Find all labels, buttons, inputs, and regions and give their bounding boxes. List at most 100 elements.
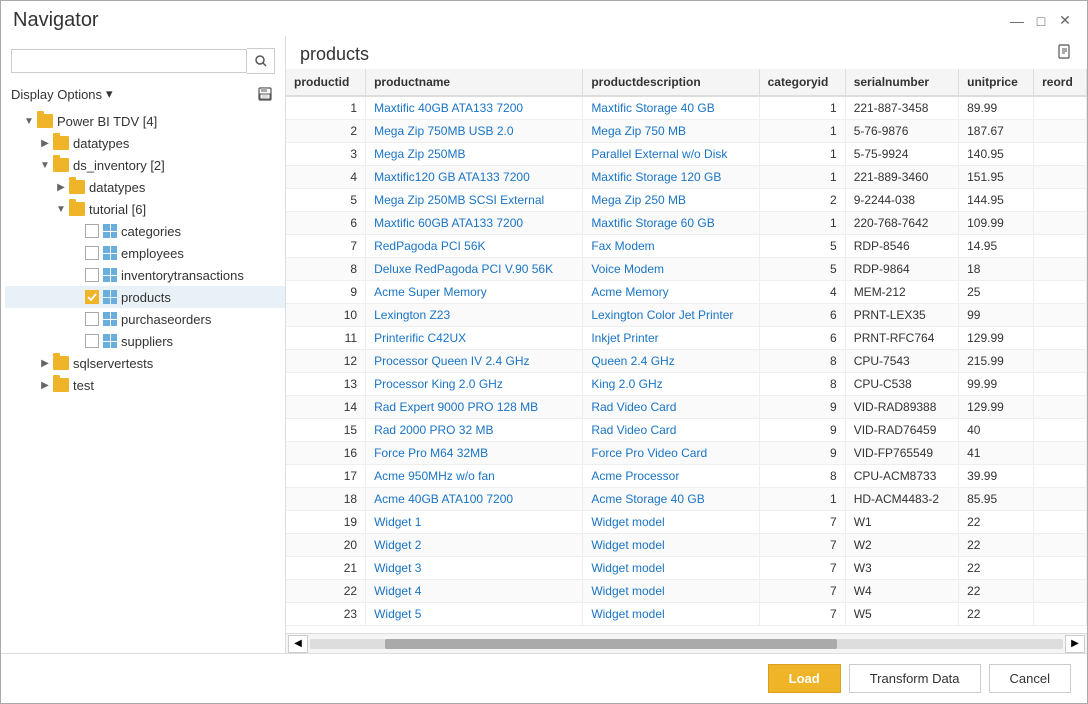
folder-icon [69, 180, 85, 194]
table-cell: Widget model [583, 534, 759, 557]
table-cell [1034, 511, 1087, 534]
display-options-button[interactable]: Display Options ▾ [11, 86, 113, 102]
table-cell [1034, 166, 1087, 189]
tree-checkbox-inventorytransactions[interactable] [85, 268, 99, 282]
scroll-thumb [385, 639, 837, 649]
table-cell: PRNT-LEX35 [845, 304, 958, 327]
toggle-icon: ▶ [53, 179, 69, 195]
table-cell: VID-RAD76459 [845, 419, 958, 442]
cancel-button[interactable]: Cancel [989, 664, 1071, 693]
minimize-button[interactable]: — [1007, 11, 1027, 31]
table-row: 6Maxtific 60GB ATA133 7200Maxtific Stora… [286, 212, 1087, 235]
table-cell: 41 [959, 442, 1034, 465]
tree-item-datatypes2[interactable]: ▶ datatypes [5, 176, 285, 198]
scroll-track[interactable] [310, 639, 1063, 649]
horizontal-scrollbar: ◀ ▶ [286, 633, 1087, 653]
table-row: 16Force Pro M64 32MBForce Pro Video Card… [286, 442, 1087, 465]
table-cell: Acme Super Memory [366, 281, 583, 304]
table-cell: 5 [759, 235, 845, 258]
tree-item-tutorial[interactable]: ▼ tutorial [6] [5, 198, 285, 220]
tree-item-datatypes1[interactable]: ▶ datatypes [5, 132, 285, 154]
tree-item-employees[interactable]: ▶ employees [5, 242, 285, 264]
table-cell: 25 [959, 281, 1034, 304]
save-layout-button[interactable] [255, 84, 275, 104]
tree-label: ds_inventory [2] [73, 158, 165, 173]
tree-item-purchaseorders[interactable]: ▶ purchaseorders [5, 308, 285, 330]
table-cell [1034, 442, 1087, 465]
data-table: productid productname productdescription… [286, 69, 1087, 626]
tree-item-powerbi[interactable]: ▼ Power BI TDV [4] [5, 110, 285, 132]
tree-item-sqlservertests[interactable]: ▶ sqlservertests [5, 352, 285, 374]
table-cell: 109.99 [959, 212, 1034, 235]
table-cell: 22 [959, 580, 1034, 603]
scroll-right-button[interactable]: ▶ [1065, 635, 1085, 653]
table-row: 23Widget 5Widget model7W522 [286, 603, 1087, 626]
tree-label: suppliers [121, 334, 173, 349]
tree-item-suppliers[interactable]: ▶ suppliers [5, 330, 285, 352]
table-row: 22Widget 4Widget model7W422 [286, 580, 1087, 603]
tree-item-categories[interactable]: ▶ categories [5, 220, 285, 242]
tree-item-products[interactable]: ▶ products [5, 286, 285, 308]
tree-item-test[interactable]: ▶ test [5, 374, 285, 396]
table-cell: 39.99 [959, 465, 1034, 488]
table-row: 2Mega Zip 750MB USB 2.0Mega Zip 750 MB15… [286, 120, 1087, 143]
window-controls: — □ ✕ [1007, 11, 1075, 31]
search-button[interactable] [247, 48, 275, 74]
table-cell: W1 [845, 511, 958, 534]
table-row: 21Widget 3Widget model7W322 [286, 557, 1087, 580]
tree-checkbox-purchaseorders[interactable] [85, 312, 99, 326]
table-cell: 2 [759, 189, 845, 212]
tree-checkbox-categories[interactable] [85, 224, 99, 238]
table-icon [103, 246, 117, 260]
tree-label: tutorial [6] [89, 202, 146, 217]
col-reord: reord [1034, 69, 1087, 96]
close-button[interactable]: ✕ [1055, 11, 1075, 31]
table-cell [1034, 120, 1087, 143]
table-cell: 15 [286, 419, 366, 442]
table-row: 12Processor Queen IV 2.4 GHzQueen 2.4 GH… [286, 350, 1087, 373]
table-cell: PRNT-RFC764 [845, 327, 958, 350]
table-cell: 23 [286, 603, 366, 626]
table-cell: 22 [286, 580, 366, 603]
folder-icon [53, 136, 69, 150]
scroll-left-button[interactable]: ◀ [288, 635, 308, 653]
table-cell: King 2.0 GHz [583, 373, 759, 396]
table-cell: 8 [286, 258, 366, 281]
table-cell: Acme Processor [583, 465, 759, 488]
tree-label: purchaseorders [121, 312, 211, 327]
table-cell [1034, 373, 1087, 396]
tree-label: products [121, 290, 171, 305]
dialog-title: Navigator [13, 9, 99, 32]
export-icon-button[interactable] [1057, 44, 1073, 65]
table-scroll-area[interactable]: productid productname productdescription… [286, 69, 1087, 633]
table-cell: Force Pro M64 32MB [366, 442, 583, 465]
tree-item-inventorytransactions[interactable]: ▶ inventorytransactions [5, 264, 285, 286]
table-cell: 5-76-9876 [845, 120, 958, 143]
table-cell: 1 [759, 143, 845, 166]
load-button[interactable]: Load [768, 664, 841, 693]
table-cell: Mega Zip 250 MB [583, 189, 759, 212]
tree-item-ds-inventory[interactable]: ▼ ds_inventory [2] [5, 154, 285, 176]
tree-checkbox-employees[interactable] [85, 246, 99, 260]
table-cell [1034, 304, 1087, 327]
search-input[interactable] [11, 49, 247, 73]
right-panel: products [286, 36, 1087, 653]
table-cell: RedPagoda PCI 56K [366, 235, 583, 258]
table-cell: Acme Memory [583, 281, 759, 304]
table-row: 20Widget 2Widget model7W222 [286, 534, 1087, 557]
transform-data-button[interactable]: Transform Data [849, 664, 981, 693]
col-productid: productid [286, 69, 366, 96]
table-row: 3Mega Zip 250MBParallel External w/o Dis… [286, 143, 1087, 166]
tree-label: employees [121, 246, 184, 261]
table-cell [1034, 189, 1087, 212]
save-icon [258, 87, 272, 101]
maximize-button[interactable]: □ [1031, 11, 1051, 31]
tree-label: datatypes [73, 136, 129, 151]
tree-checkbox-suppliers[interactable] [85, 334, 99, 348]
table-cell [1034, 327, 1087, 350]
tree-checkbox-products[interactable] [85, 290, 99, 304]
table-cell: 8 [759, 373, 845, 396]
table-cell: 18 [286, 488, 366, 511]
folder-icon [53, 158, 69, 172]
table-cell [1034, 603, 1087, 626]
